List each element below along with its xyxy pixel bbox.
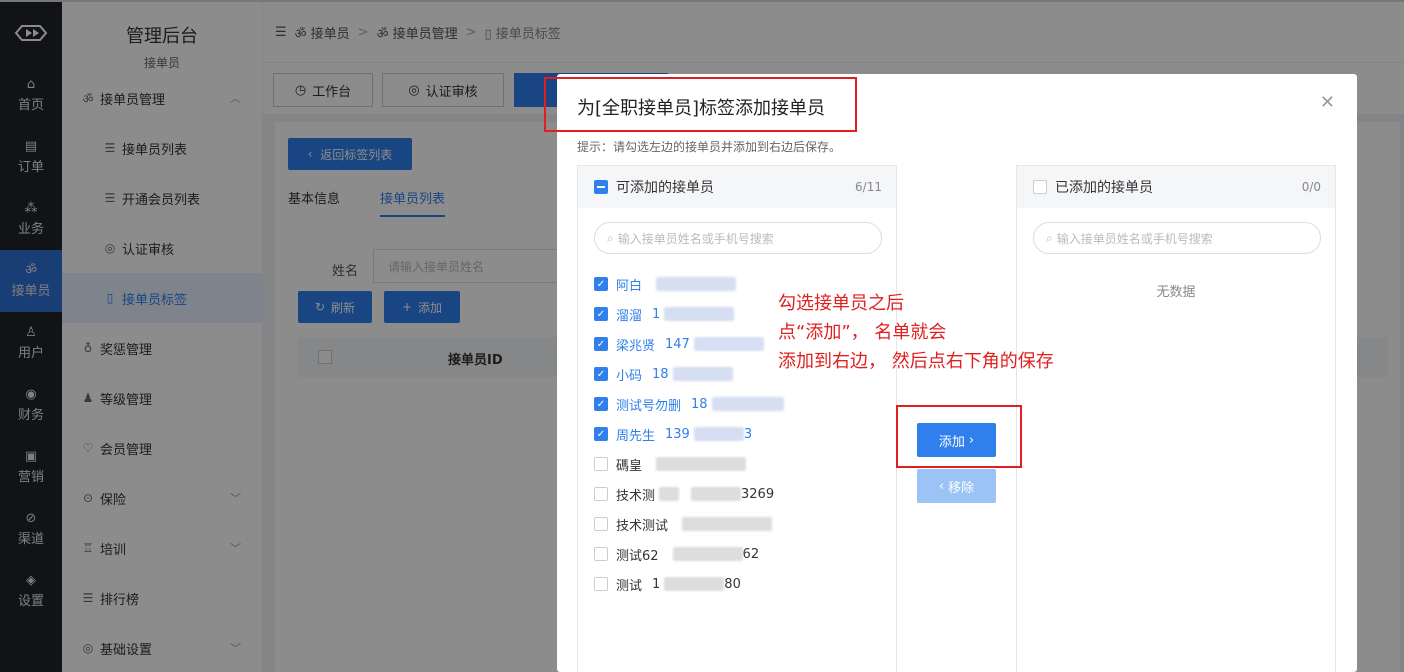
item-name: 周先生 (616, 428, 656, 444)
selection-count: 0/0 (1301, 180, 1321, 194)
selection-count: 6/11 (855, 180, 882, 194)
item-checkbox[interactable]: ✓ (594, 397, 608, 411)
item-name: 阿白 (616, 278, 643, 294)
chevron-left-icon: ‹ (938, 478, 945, 494)
item-phone-tail: 80 (724, 576, 741, 592)
item-phone: 1 (652, 576, 661, 592)
annotation-box-add (896, 405, 1022, 468)
item-checkbox[interactable] (594, 457, 608, 471)
item-phone: 1 (652, 306, 661, 322)
item-name: 小码 (616, 368, 643, 384)
masked-phone (672, 367, 733, 381)
added-panel-header: 已添加的接单员 0/0 (1017, 166, 1335, 208)
button-label: 移除 (948, 480, 975, 496)
annotation-line: 点“添加”， 名单就会 (778, 322, 947, 343)
empty-state: 无数据 (1156, 285, 1196, 300)
masked-phone (693, 337, 764, 351)
transfer-remove-button[interactable]: ‹ 移除 (917, 469, 996, 503)
masked-phone (693, 427, 744, 441)
item-name: 碼皇 (616, 458, 643, 474)
item-phone-tail: 3 (743, 426, 753, 442)
available-search-input[interactable]: ⌕ 输入接单员姓名或手机号搜索 (594, 222, 882, 254)
masked-phone (664, 577, 725, 591)
added-search-input[interactable]: ⌕ 输入接单员姓名或手机号搜索 (1033, 222, 1321, 254)
panel-title: 可添加的接单员 (616, 180, 714, 196)
item-checkbox[interactable]: ✓ (594, 307, 608, 321)
added-panel: 已添加的接单员 0/0 ⌕ 输入接单员姓名或手机号搜索 无数据 (1016, 165, 1336, 672)
select-all-added-checkbox[interactable] (1033, 180, 1047, 194)
item-phone-tail: 62 (742, 546, 760, 562)
masked-phone (656, 277, 737, 291)
app-root: ⌂ 首页 ▤ 订单 ⁂ 业务 ॐ 接单员 ♙ 用户 ◉ 财务 ▣ 营销 ⊘ 渠道 ◈ 设置 管理后… (0, 0, 1404, 672)
masked-phone (711, 397, 784, 411)
list-item[interactable]: ✓ 周先生 139 3 (594, 419, 884, 449)
item-checkbox[interactable] (594, 577, 608, 591)
search-icon: ⌕ (1046, 230, 1053, 245)
item-phone: 18 (652, 366, 669, 382)
item-phone: 139 (665, 426, 690, 442)
list-item[interactable]: 碼皇 (594, 449, 884, 479)
item-name: 测试62 (616, 548, 659, 564)
item-phone-tail: 3269 (741, 486, 775, 502)
annotation-box-title (544, 77, 857, 132)
list-item[interactable]: 技术测试 (594, 509, 884, 539)
item-checkbox[interactable] (594, 487, 608, 501)
search-placeholder: 输入接单员姓名或手机号搜索 (1056, 231, 1213, 246)
item-name: 梁兆贤 (616, 338, 656, 354)
panel-title: 已添加的接单员 (1055, 180, 1153, 196)
item-checkbox[interactable]: ✓ (594, 277, 608, 291)
item-checkbox[interactable]: ✓ (594, 367, 608, 381)
masked-name (659, 487, 680, 501)
dialog-hint: 提示：请勾选左边的接单员并添加到右边后保存。 (577, 140, 842, 154)
masked-phone (672, 547, 743, 561)
available-panel: 可添加的接单员 6/11 ⌕ 输入接单员姓名或手机号搜索 ✓ 阿白 ✓ 溜溜 1 ✓ 梁兆… (577, 165, 897, 672)
list-item[interactable]: 技术测 3269 (594, 479, 884, 509)
close-icon[interactable]: ✕ (1320, 92, 1335, 113)
item-phone: 147 (665, 336, 690, 352)
item-name: 技术测 (616, 488, 656, 504)
list-item[interactable]: 测试62 62 (594, 539, 884, 569)
search-placeholder: 输入接单员姓名或手机号搜索 (617, 231, 774, 246)
annotation-line: 勾选接单员之后 (778, 293, 904, 314)
item-checkbox[interactable] (594, 547, 608, 561)
annotation-line: 添加到右边， 然后点右下角的保存 (778, 351, 1054, 372)
item-checkbox[interactable]: ✓ (594, 427, 608, 441)
masked-phone (664, 307, 735, 321)
masked-phone (691, 487, 742, 501)
masked-phone (656, 457, 747, 471)
available-panel-header: 可添加的接单员 6/11 (578, 166, 896, 208)
item-checkbox[interactable] (594, 517, 608, 531)
search-icon: ⌕ (607, 230, 614, 245)
item-phone: 18 (691, 396, 708, 412)
item-name: 技术测试 (616, 518, 669, 534)
masked-phone (682, 517, 773, 531)
annotation-text: 勾选接单员之后 点“添加”， 名单就会 添加到右边， 然后点右下角的保存 (778, 289, 1054, 376)
list-item[interactable]: 测试 1 80 (594, 569, 884, 599)
select-all-available-checkbox[interactable] (594, 180, 608, 194)
item-name: 测试号勿删 (616, 398, 682, 414)
item-name: 测试 (616, 578, 643, 594)
item-name: 溜溜 (616, 308, 643, 324)
item-checkbox[interactable]: ✓ (594, 337, 608, 351)
list-item[interactable]: ✓ 测试号勿删 18 (594, 389, 884, 419)
